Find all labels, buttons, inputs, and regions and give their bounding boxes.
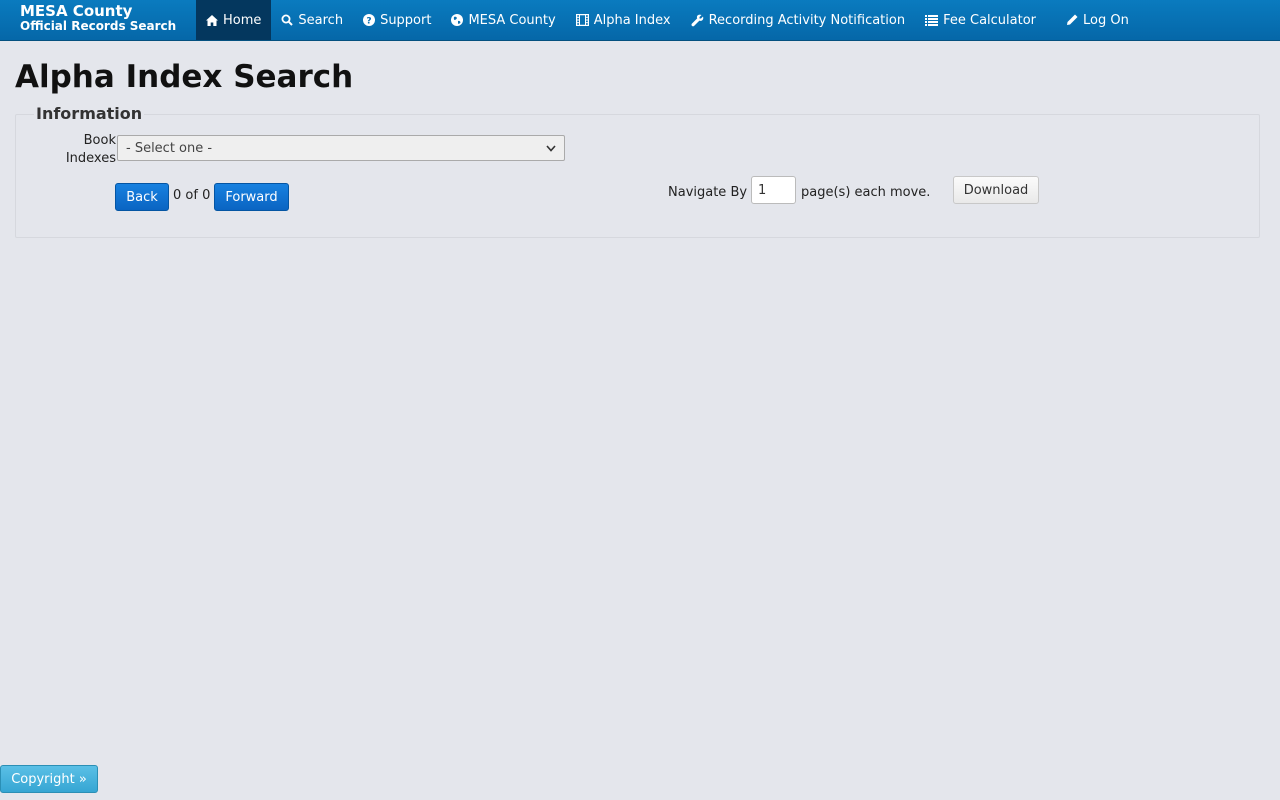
navigate-by-input[interactable] — [751, 176, 796, 204]
nav-mesa-county-label: MESA County — [468, 12, 556, 28]
information-legend: Information — [34, 104, 145, 123]
question-circle-icon: ? — [363, 14, 376, 27]
page-count: 0 of 0 — [173, 188, 211, 203]
globe-icon — [451, 14, 464, 26]
forward-button[interactable]: Forward — [214, 183, 289, 211]
brand-subtitle: Official Records Search — [20, 19, 177, 33]
nav-alpha-index[interactable]: Alpha Index — [566, 0, 681, 40]
nav-recording-activity-notification-label: Recording Activity Notification — [708, 12, 906, 28]
book-indexes-select[interactable]: - Select one - — [117, 135, 565, 161]
chevron-down-icon — [546, 144, 556, 152]
nav-recording-activity-notification[interactable]: Recording Activity Notification — [681, 0, 916, 40]
nav-alpha-index-label: Alpha Index — [593, 12, 671, 28]
nav-log-on[interactable]: Log On — [1056, 0, 1139, 40]
page-title: Alpha Index Search — [15, 59, 354, 95]
nav-home-label: Home — [223, 12, 262, 28]
each-move-label: page(s) each move. — [801, 185, 931, 200]
nav-search-label: Search — [298, 12, 344, 28]
book-indexes-select-value: - Select one - — [126, 140, 213, 156]
pencil-icon — [1067, 14, 1078, 25]
nav-fee-calculator[interactable]: Fee Calculator — [915, 0, 1046, 40]
copyright-button[interactable]: Copyright » — [0, 765, 98, 793]
top-nav-bar: MESA County Official Records Search Home… — [0, 0, 1280, 41]
back-button[interactable]: Back — [115, 183, 169, 211]
nav-fee-calculator-label: Fee Calculator — [943, 12, 1037, 28]
list-icon — [925, 14, 939, 26]
nav-support-label: Support — [380, 12, 432, 28]
download-button[interactable]: Download — [953, 176, 1039, 204]
brand[interactable]: MESA County Official Records Search — [20, 3, 176, 33]
home-icon — [206, 14, 218, 26]
svg-text:?: ? — [366, 17, 371, 27]
navigate-by-label: Navigate By — [668, 185, 748, 200]
book-indexes-label-line2: Indexes — [65, 151, 116, 166]
nav-search[interactable]: Search — [271, 0, 353, 40]
information-fieldset — [15, 114, 1260, 238]
main-nav: Home Search ? Support MESA County Alpha … — [196, 0, 1139, 40]
book-indexes-label: Book Indexes — [50, 132, 116, 168]
book-indexes-label-line1: Book — [83, 133, 116, 148]
brand-title: MESA County — [20, 2, 133, 20]
nav-log-on-label: Log On — [1083, 12, 1129, 28]
search-icon — [281, 14, 294, 26]
wrench-icon — [691, 14, 703, 26]
film-icon — [575, 14, 589, 26]
nav-support[interactable]: ? Support — [353, 0, 441, 40]
nav-mesa-county[interactable]: MESA County — [441, 0, 565, 40]
nav-home[interactable]: Home — [196, 0, 272, 40]
